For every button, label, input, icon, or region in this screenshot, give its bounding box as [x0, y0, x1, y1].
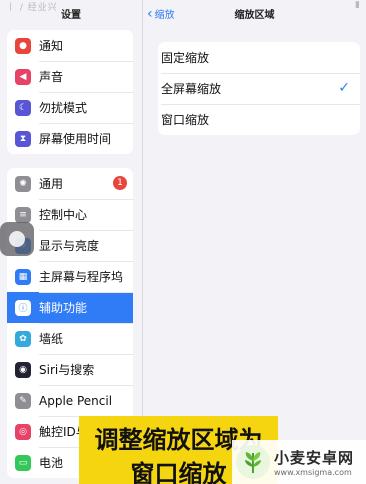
sidebar-item-label: 控制中心: [39, 208, 88, 222]
sidebar-item-label: Apple Pencil: [39, 393, 113, 408]
leaf-logo-icon: [236, 445, 270, 479]
page-title: 缩放区域: [234, 10, 275, 21]
accessibility-icon: ⓘ: [15, 299, 31, 316]
sidebar-item-label: 声音: [39, 70, 64, 84]
zoom-option[interactable]: 固定缩放: [158, 42, 360, 73]
sidebar-item-moon[interactable]: ☾ 勿扰模式: [7, 92, 133, 123]
assistive-touch-icon: [9, 231, 25, 247]
settings-sidebar: 丨 / 经业兴 设置 ●通知◀声音☾勿扰模式⧗屏幕使用时间 ✺通用1≡控制中心☼…: [0, 0, 143, 484]
bell-icon: ●: [15, 37, 31, 54]
sidebar-item-pencil[interactable]: ✎ Apple Pencil: [7, 385, 133, 416]
flower-icon: ✿: [15, 330, 31, 347]
logo-url: www.xmsigma.com: [274, 468, 352, 477]
site-logo: 小麦安卓网 www.xmsigma.com: [232, 440, 366, 484]
sidebar-item-accessibility[interactable]: ⓘ 辅助功能: [7, 292, 133, 323]
zoom-option-label: 窗口缩放: [161, 113, 210, 127]
sidebar-item-label: Siri与搜索: [39, 363, 95, 377]
grid-icon: ▦: [15, 268, 31, 285]
pencil-icon: ✎: [15, 392, 31, 409]
sidebar-item-siri[interactable]: ◉ Siri与搜索: [7, 354, 133, 385]
sidebar-item-label: 显示与亮度: [39, 239, 100, 253]
sidebar-item-label: 屏幕使用时间: [39, 132, 112, 146]
zoom-option[interactable]: 窗口缩放: [158, 104, 360, 135]
sidebar-item-label: 电池: [39, 456, 64, 470]
sidebar-item-label: 墙纸: [39, 332, 64, 346]
corner-mark: ▮: [355, 0, 360, 10]
checkmark-icon: ✓: [338, 80, 350, 96]
moon-icon: ☾: [15, 99, 31, 116]
speaker-icon: ◀: [15, 68, 31, 85]
battery-icon: ▭: [15, 454, 31, 471]
sidebar-item-bell[interactable]: ● 通知: [7, 30, 133, 61]
notification-badge: 1: [113, 176, 127, 190]
sidebar-item-gear[interactable]: ✺ 通用 1: [7, 168, 133, 199]
zoom-region-options: 固定缩放全屏幕缩放 ✓ 窗口缩放: [158, 42, 360, 135]
zoom-option-label: 全屏幕缩放: [161, 82, 222, 96]
sidebar-item-label: 通用: [39, 177, 64, 191]
sidebar-item-label: 勿扰模式: [39, 101, 88, 115]
hourglass-icon: ⧗: [15, 130, 31, 147]
sidebar-item-label: 辅助功能: [39, 301, 88, 315]
gear-icon: ✺: [15, 175, 31, 192]
zoom-region-pane: ‹ 缩放 缩放区域 ▮ 固定缩放 全屏幕缩放 ✓ 窗口缩放: [143, 0, 366, 484]
assistive-touch-button[interactable]: [0, 222, 34, 256]
sidebar-item-flower[interactable]: ✿ 墙纸: [7, 323, 133, 354]
fingerprint-icon: ◎: [15, 423, 31, 440]
settings-group-notifications: ● 通知 ◀ 声音 ☾ 勿扰模式 ⧗ 屏幕使用时间: [7, 30, 133, 154]
siri-icon: ◉: [15, 361, 31, 378]
sidebar-item-speaker[interactable]: ◀ 声音: [7, 61, 133, 92]
zoom-option[interactable]: 全屏幕缩放 ✓: [158, 73, 360, 104]
toggles-icon: ≡: [15, 206, 31, 223]
sidebar-item-label: 通知: [39, 39, 64, 53]
sidebar-item-grid[interactable]: ▦ 主屏幕与程序坞: [7, 261, 133, 292]
logo-name: 小麦安卓网: [274, 449, 355, 467]
sidebar-item-label: 主屏幕与程序坞: [39, 270, 124, 284]
zoom-option-label: 固定缩放: [161, 51, 210, 65]
sidebar-item-hourglass[interactable]: ⧗ 屏幕使用时间: [7, 123, 133, 154]
sidebar-title: 设置: [61, 10, 81, 21]
